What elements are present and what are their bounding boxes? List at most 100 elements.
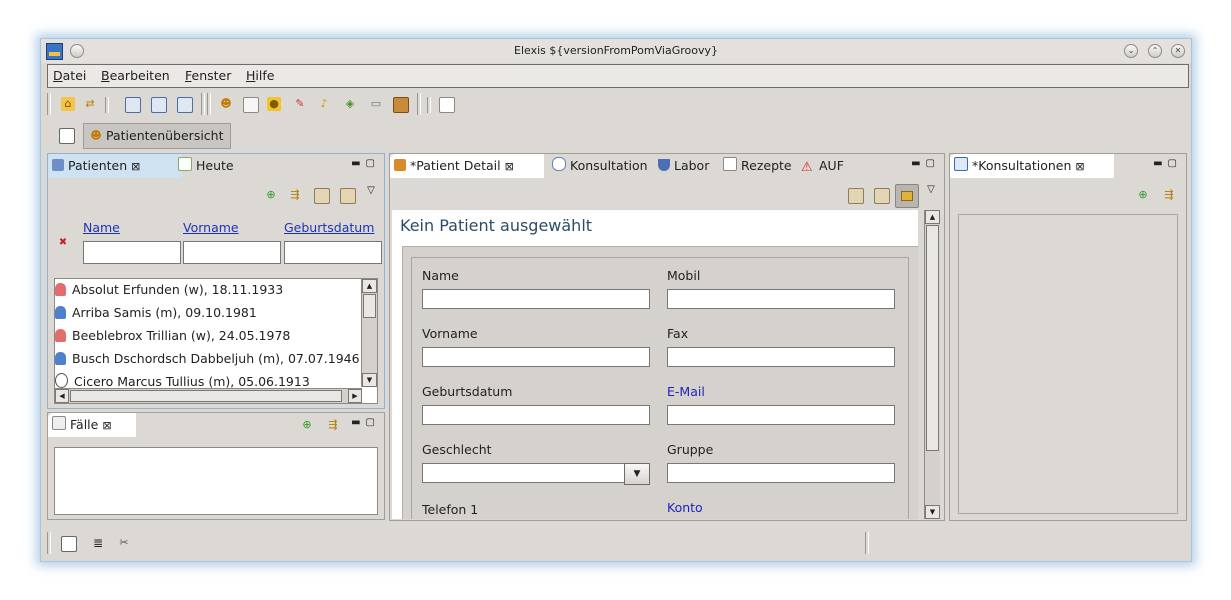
tab-rezepte[interactable]: Rezepte	[723, 154, 792, 178]
open-perspective-icon[interactable]	[59, 128, 75, 144]
tab-label: Patienten	[68, 158, 128, 173]
vorname-field[interactable]	[422, 347, 650, 367]
menu-hilfe[interactable]: Hilfe	[246, 68, 274, 83]
progress-icon[interactable]: ✂	[117, 536, 131, 550]
menu-fenster[interactable]: Fenster	[185, 68, 231, 83]
geschlecht-select[interactable]: ▼	[422, 463, 650, 485]
mobil-field[interactable]	[667, 289, 895, 309]
close-icon[interactable]: ⊠	[102, 419, 111, 432]
deceased-patient-icon	[55, 373, 68, 388]
paste-icon[interactable]	[314, 188, 330, 204]
tab-label: Rezepte	[741, 158, 792, 173]
paste-icon[interactable]	[848, 188, 864, 204]
scroll-right-icon[interactable]: ▶	[348, 389, 362, 403]
menu-bearbeiten[interactable]: Bearbeiten	[101, 68, 170, 83]
speech-bubble-icon	[552, 157, 566, 171]
window-icon-1[interactable]	[125, 97, 141, 113]
filter-geburtsdatum-input[interactable]	[284, 241, 382, 264]
minimize-button[interactable]: ⌄	[1124, 44, 1138, 58]
gruppe-field[interactable]	[667, 463, 895, 483]
list-item[interactable]: Beeblebrox Trillian (w), 24.05.1978	[55, 325, 290, 347]
close-icon[interactable]: ⊠	[505, 160, 514, 173]
paste-icon-2[interactable]	[340, 188, 356, 204]
add-icon[interactable]: ⊕	[300, 418, 314, 432]
chevron-down-icon[interactable]: ▼	[624, 463, 650, 485]
email-field[interactable]	[667, 405, 895, 425]
new-window-icon[interactable]	[439, 97, 455, 113]
scroll-up-icon[interactable]: ▲	[362, 279, 377, 293]
minimize-maximize-icons[interactable]: ▬▢	[351, 417, 380, 428]
tab-patienten[interactable]: Patienten ⊠	[48, 154, 182, 178]
book-icon[interactable]	[393, 97, 409, 113]
horizontal-scrollbar[interactable]: ◀ ▶	[55, 388, 362, 403]
fax-field[interactable]	[667, 347, 895, 367]
pill-icon[interactable]: ✎	[293, 97, 307, 111]
title-bar: Elexis ${versionFromPomViaGroovy} ⌄ ⌃ ✕	[41, 39, 1191, 63]
close-icon[interactable]: ⊠	[131, 160, 140, 173]
clear-filter-icon[interactable]: ✖	[56, 236, 70, 250]
lock-button[interactable]	[895, 184, 919, 208]
list-item[interactable]: Busch Dschordsch Dabbeljuh (m), 07.07.19…	[55, 348, 360, 370]
tab-label: AUF	[819, 158, 844, 173]
header-name[interactable]: Name	[83, 220, 120, 235]
perspective-patientenuebersicht[interactable]: ☻ Patientenübersicht	[83, 123, 231, 149]
calendar-icon	[178, 157, 192, 171]
sync-icon[interactable]: ⇄	[83, 97, 97, 111]
bell-icon[interactable]: ♪	[317, 97, 331, 111]
close-icon[interactable]: ⊠	[1075, 160, 1084, 173]
add-icon[interactable]: ⊕	[1136, 188, 1150, 202]
paste-icon-2[interactable]	[874, 188, 890, 204]
tab-label: Labor	[674, 158, 710, 173]
console-icon[interactable]: ≣	[91, 536, 105, 550]
email-link[interactable]: E-Mail	[667, 384, 705, 399]
menu-datei[interactable]: Datei	[53, 68, 86, 83]
vertical-scrollbar[interactable]: ▲ ▼	[924, 210, 940, 519]
home-icon[interactable]: ⌂	[61, 97, 75, 111]
tab-faelle[interactable]: Fälle ⊠	[48, 413, 136, 437]
name-field[interactable]	[422, 289, 650, 309]
minimize-maximize-icons[interactable]: ▬▢	[911, 158, 940, 169]
cart-icon[interactable]: ▭	[369, 97, 383, 111]
geburtsdatum-field[interactable]	[422, 405, 650, 425]
fast-view-icon[interactable]	[61, 536, 77, 552]
bandage-icon[interactable]: ◈	[343, 97, 357, 111]
add-icon[interactable]: ⊕	[264, 188, 278, 202]
window-icon-2[interactable]	[151, 97, 167, 113]
window-icon-3[interactable]	[177, 97, 193, 113]
view-menu-icon[interactable]: ▽	[924, 183, 938, 197]
tab-konsultation[interactable]: Konsultation	[552, 154, 648, 178]
filter-icon[interactable]: ⇶	[1162, 188, 1176, 202]
scroll-down-icon[interactable]: ▼	[925, 505, 940, 519]
konto-link[interactable]: Konto	[667, 500, 703, 515]
maximize-button[interactable]: ⌃	[1148, 44, 1162, 58]
filter-icon[interactable]: ⇶	[326, 418, 340, 432]
scroll-thumb[interactable]	[926, 225, 939, 451]
filter-name-input[interactable]	[83, 241, 181, 264]
perspective-bar: ☻ Patientenübersicht	[47, 123, 1187, 149]
close-button[interactable]: ✕	[1171, 44, 1185, 58]
filter-vorname-input[interactable]	[183, 241, 281, 264]
list-item[interactable]: Arriba Samis (m), 09.10.1981	[55, 302, 257, 324]
vertical-scrollbar[interactable]: ▲ ▼	[361, 279, 377, 387]
patient-icon[interactable]: ☻	[219, 97, 233, 111]
coins-icon[interactable]: ●	[267, 97, 281, 111]
scroll-up-icon[interactable]: ▲	[925, 210, 940, 224]
tab-konsultationen[interactable]: *Konsultationen ⊠	[950, 154, 1114, 178]
minimize-maximize-icons[interactable]: ▬▢	[1153, 158, 1182, 169]
scroll-left-icon[interactable]: ◀	[55, 389, 69, 403]
scroll-thumb[interactable]	[70, 390, 342, 402]
header-vorname[interactable]: Vorname	[183, 220, 239, 235]
tab-auf[interactable]: ⚠ AUF	[801, 154, 844, 178]
header-geburtsdatum[interactable]: Geburtsdatum	[284, 220, 374, 235]
list-item[interactable]: Absolut Erfunden (w), 18.11.1933	[55, 279, 283, 301]
filter-icon[interactable]: ⇶	[288, 188, 302, 202]
view-menu-icon[interactable]: ▽	[364, 184, 378, 198]
minimize-maximize-icons[interactable]: ▬▢	[351, 158, 380, 169]
scroll-thumb[interactable]	[363, 294, 376, 318]
scroll-down-icon[interactable]: ▼	[362, 373, 377, 387]
document-icon[interactable]	[243, 97, 259, 113]
tab-heute[interactable]: Heute	[178, 154, 234, 178]
tab-patient-detail[interactable]: *Patient Detail ⊠	[390, 154, 544, 178]
male-patient-icon	[55, 306, 66, 319]
tab-labor[interactable]: Labor	[658, 154, 709, 178]
